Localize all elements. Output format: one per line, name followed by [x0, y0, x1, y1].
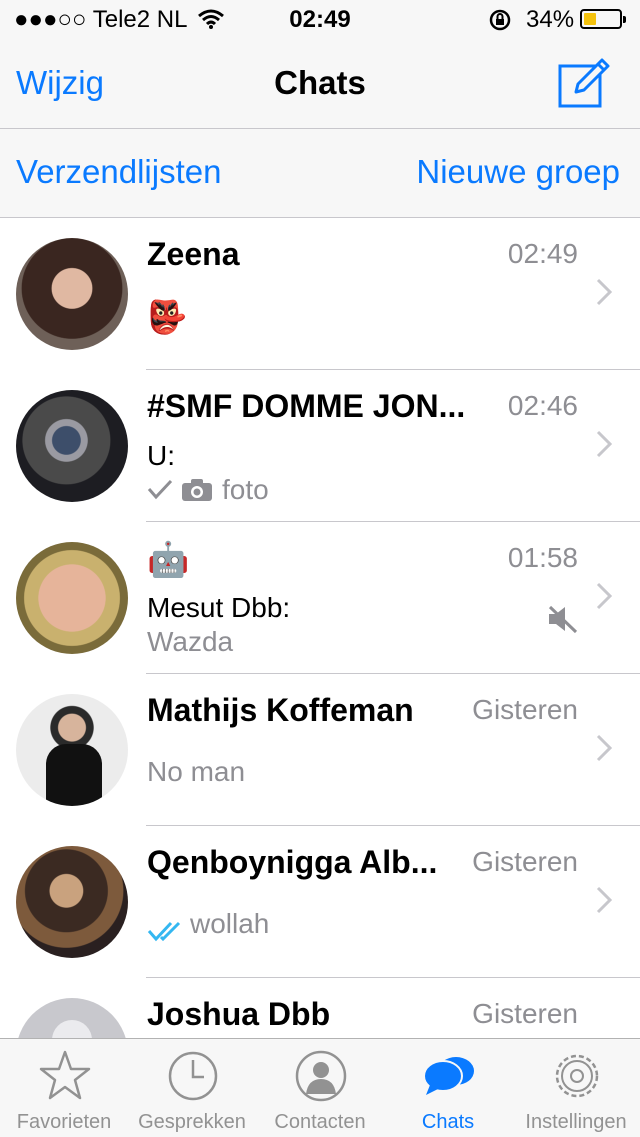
chat-preview: foto	[222, 474, 269, 505]
muted-icon	[548, 605, 578, 634]
page-title: Chats	[274, 64, 366, 101]
chat-name: Joshua Dbb	[147, 996, 331, 1032]
checkmark-icon	[147, 479, 173, 500]
compose-icon[interactable]	[556, 56, 612, 112]
chat-row[interactable]: Joshua Dbb Gisteren	[0, 978, 640, 1038]
chat-row[interactable]: Zeena 02:49 👺	[0, 218, 640, 370]
chat-time: Gisteren	[472, 694, 578, 725]
chat-preview: 👺	[147, 299, 187, 335]
tab-label: Chats	[421, 1111, 475, 1133]
chat-preview: No man	[147, 756, 246, 787]
chat-time: 02:49	[507, 238, 578, 269]
avatar	[16, 390, 128, 502]
chevron-right-icon	[596, 582, 612, 610]
chat-list: Zeena 02:49 👺 #SMF DOMME JON... 02:46 U:…	[0, 218, 640, 1038]
chat-time: 02:46	[507, 390, 578, 421]
chat-name: Mathijs Koffeman	[147, 692, 414, 728]
double-check-icon	[147, 921, 181, 942]
chat-preview: Wazda	[147, 626, 234, 657]
rotation-lock-icon	[489, 9, 511, 31]
chevron-right-icon	[596, 278, 612, 306]
chat-name: 🤖	[147, 541, 190, 579]
camera-icon	[182, 479, 212, 501]
chat-row[interactable]: Mathijs Koffeman Gisteren No man	[0, 674, 640, 826]
avatar	[16, 542, 128, 654]
chat-row[interactable]: Qenboynigga Alb... Gisteren wollah	[0, 826, 640, 978]
tab-label: Instellingen	[525, 1111, 627, 1133]
tab-settings[interactable]: Instellingen	[512, 1039, 640, 1137]
chevron-right-icon	[596, 430, 612, 458]
chevron-right-icon	[596, 886, 612, 914]
tab-label: Favorieten	[16, 1111, 112, 1133]
chat-row[interactable]: #SMF DOMME JON... 02:46 U: foto	[0, 370, 640, 522]
broadcast-lists-button[interactable]: Verzendlijsten	[16, 153, 221, 191]
status-bar: ●●●○○ Tele2 NL 02:49 34%	[0, 0, 640, 40]
tab-label: Contacten	[274, 1111, 366, 1133]
avatar	[16, 238, 128, 350]
person-icon	[295, 1050, 347, 1102]
clock-icon	[168, 1051, 218, 1101]
tab-bar: Favorieten Gesprekken Contacten Chats In…	[0, 1038, 640, 1137]
avatar	[16, 846, 128, 958]
star-icon	[39, 1050, 91, 1100]
chat-sender: U:	[147, 440, 175, 471]
battery-percent: 34%	[526, 6, 575, 33]
tab-label: Gesprekken	[138, 1111, 246, 1133]
chat-name: Qenboynigga Alb...	[147, 844, 438, 880]
subnav-bar: Verzendlijsten Nieuwe groep	[0, 129, 640, 218]
tab-contacts[interactable]: Contacten	[256, 1039, 384, 1137]
chat-time: Gisteren	[472, 998, 578, 1029]
chat-name: Zeena	[147, 236, 240, 272]
chat-preview: wollah	[190, 908, 270, 939]
tab-chats[interactable]: Chats	[384, 1039, 512, 1137]
battery-icon	[580, 9, 626, 29]
chat-time: 01:58	[507, 542, 578, 573]
avatar	[16, 694, 128, 806]
avatar	[16, 998, 128, 1038]
tab-favorites[interactable]: Favorieten	[0, 1039, 128, 1137]
chat-name: #SMF DOMME JON...	[147, 388, 466, 424]
new-group-button[interactable]: Nieuwe groep	[416, 153, 620, 191]
nav-bar: Wijzig Chats	[0, 40, 640, 129]
chevron-right-icon	[596, 734, 612, 762]
gear-icon	[555, 1054, 599, 1098]
chat-bubbles-icon	[423, 1057, 474, 1095]
chat-time: Gisteren	[472, 846, 578, 877]
tab-recents[interactable]: Gesprekken	[128, 1039, 256, 1137]
chat-sender: Mesut Dbb:	[147, 592, 291, 623]
chat-row[interactable]: 🤖 01:58 Mesut Dbb: Wazda	[0, 522, 640, 674]
